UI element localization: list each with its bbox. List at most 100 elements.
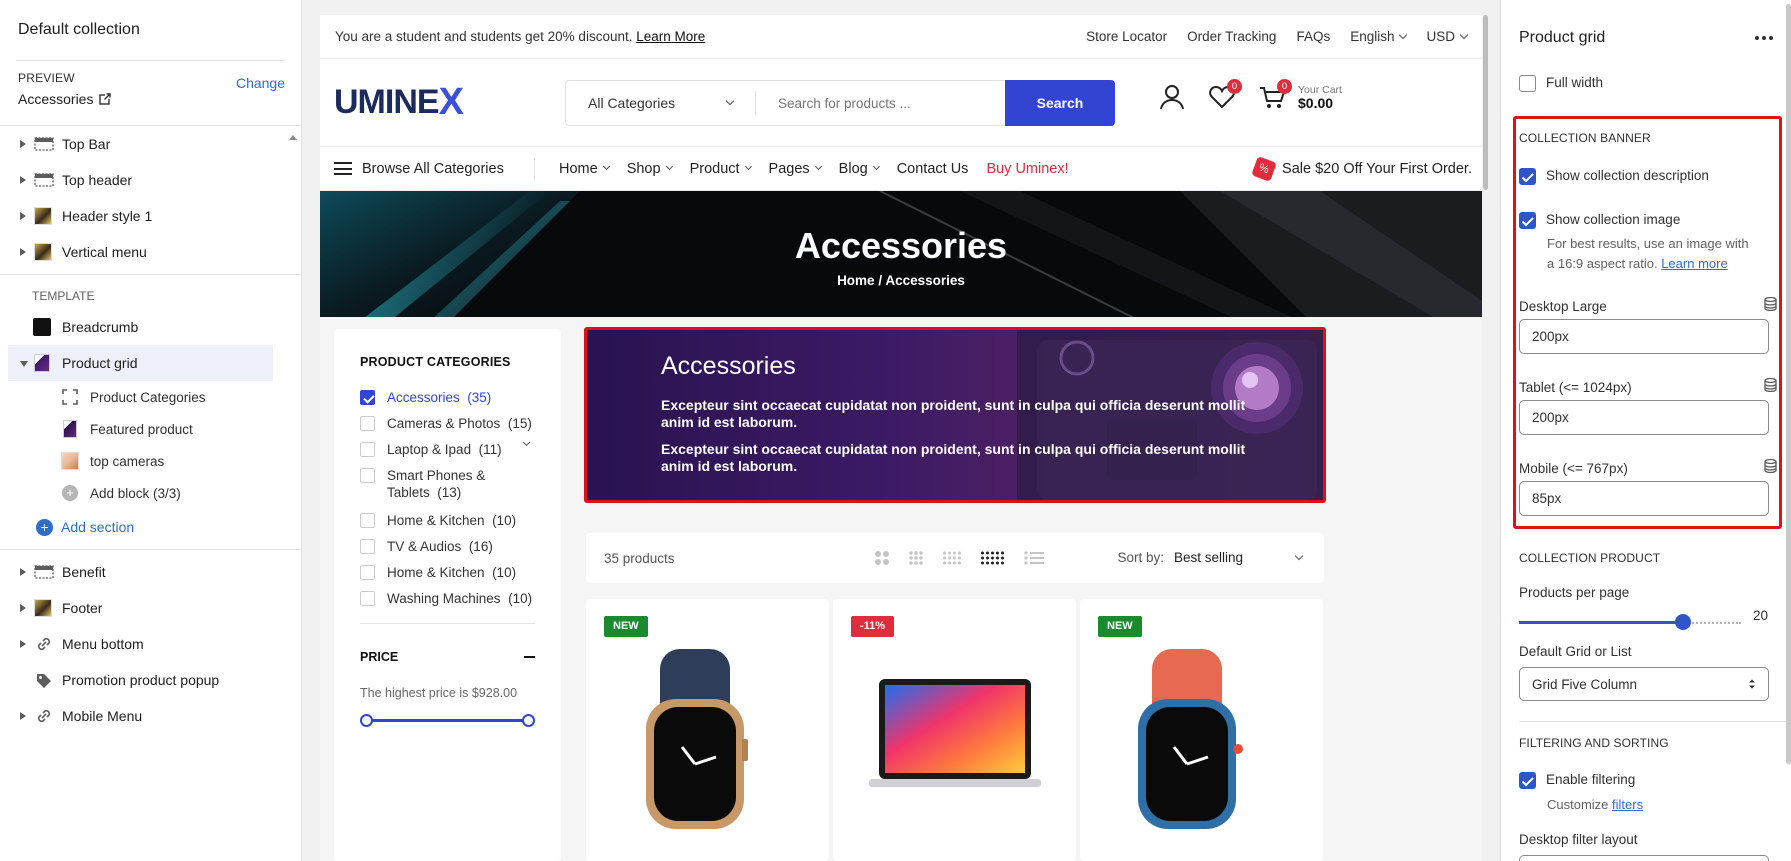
checkbox[interactable]	[1519, 212, 1536, 229]
learn-more-link[interactable]: Learn More	[636, 29, 705, 44]
chevron-down-icon[interactable]	[522, 438, 531, 447]
dynamic-source-icon[interactable]	[1764, 378, 1777, 392]
section-item-breadcrumb[interactable]: Breadcrumb	[0, 309, 301, 345]
product-card[interactable]: NEW	[1080, 599, 1323, 861]
desktop-large-input[interactable]: 200px	[1519, 319, 1769, 354]
caret-right-icon[interactable]	[20, 568, 26, 576]
dynamic-source-icon[interactable]	[1764, 297, 1777, 311]
product-card[interactable]: NEW	[586, 599, 829, 861]
section-item-mobile-menu[interactable]: Mobile Menu	[0, 698, 301, 734]
products-per-page-slider[interactable]	[1519, 614, 1741, 630]
slider-min-handle[interactable]	[360, 714, 373, 727]
grid-2-icon[interactable]	[874, 550, 890, 566]
more-options-icon[interactable]	[1755, 36, 1773, 40]
nav-item-product[interactable]: Product	[690, 161, 752, 177]
caret-right-icon[interactable]	[20, 140, 26, 148]
section-item-vertical-menu[interactable]: Vertical menu	[0, 234, 301, 270]
checkbox[interactable]	[1519, 772, 1536, 789]
show-image-checkbox[interactable]: Show collection image	[1519, 212, 1680, 229]
slider-handle[interactable]	[1675, 614, 1691, 630]
category-filter-item[interactable]: Home & Kitchen (10)	[360, 564, 535, 581]
block-item-top-cameras[interactable]: top cameras	[0, 445, 301, 477]
block-item-featured-product[interactable]: Featured product	[0, 413, 301, 445]
grid-3-icon[interactable]	[908, 550, 924, 566]
slider-max-handle[interactable]	[522, 714, 535, 727]
scrollbar-thumb[interactable]	[1483, 15, 1488, 190]
caret-right-icon[interactable]	[20, 604, 26, 612]
category-filter-item[interactable]: Cameras & Photos (15)	[360, 415, 535, 432]
checkbox[interactable]	[360, 416, 375, 431]
price-range-slider[interactable]	[360, 712, 535, 728]
order-tracking-link[interactable]: Order Tracking	[1187, 29, 1276, 44]
checkbox[interactable]	[360, 442, 375, 457]
category-filter-item[interactable]: Accessories (35)	[360, 389, 535, 406]
grid-4-icon[interactable]	[942, 550, 962, 566]
checkbox[interactable]	[1519, 75, 1536, 92]
sort-select[interactable]: Best selling	[1174, 550, 1304, 565]
section-item-product-grid[interactable]: Product grid	[8, 345, 273, 381]
checkbox[interactable]	[360, 390, 375, 405]
breadcrumb-home-link[interactable]: Home	[837, 273, 875, 288]
nav-item-pages[interactable]: Pages	[769, 161, 822, 177]
section-item-footer[interactable]: Footer	[0, 590, 301, 626]
caret-down-icon[interactable]	[20, 361, 28, 367]
checkbox[interactable]	[360, 513, 375, 528]
cart-button[interactable]: 0	[1258, 79, 1292, 111]
store-logo[interactable]: UMINE X	[334, 81, 464, 124]
learn-more-link[interactable]: Learn more	[1661, 256, 1727, 271]
nav-item-home[interactable]: Home	[559, 161, 610, 177]
full-width-checkbox[interactable]: Full width	[1519, 75, 1603, 92]
section-item-benefit[interactable]: Benefit	[0, 554, 301, 590]
scrollbar-thumb[interactable]	[1786, 4, 1791, 764]
dynamic-source-icon[interactable]	[1764, 459, 1777, 473]
search-button[interactable]: Search	[1005, 80, 1115, 126]
caret-right-icon[interactable]	[20, 712, 26, 720]
caret-right-icon[interactable]	[20, 640, 26, 648]
change-preview-link[interactable]: Change	[236, 75, 285, 91]
caret-right-icon[interactable]	[20, 212, 26, 220]
filters-link[interactable]: filters	[1612, 797, 1643, 812]
faqs-link[interactable]: FAQs	[1296, 29, 1330, 44]
nav-item-buy[interactable]: Buy Uminex!	[986, 161, 1068, 177]
section-item-menu-bottom[interactable]: Menu bottom	[0, 626, 301, 662]
price-filter-header[interactable]: PRICE	[360, 650, 535, 664]
grid-5-icon[interactable]	[980, 550, 1006, 566]
currency-selector[interactable]: USD	[1426, 29, 1469, 44]
section-item-top-bar[interactable]: Top Bar	[0, 126, 301, 162]
default-grid-select[interactable]: Grid Five Column	[1519, 667, 1769, 701]
caret-right-icon[interactable]	[20, 248, 26, 256]
scroll-up-icon[interactable]	[288, 134, 298, 140]
tablet-input[interactable]: 200px	[1519, 400, 1769, 435]
search-input[interactable]	[756, 95, 1005, 111]
checkbox[interactable]	[360, 468, 375, 483]
enable-filtering-checkbox[interactable]: Enable filtering	[1519, 772, 1635, 789]
collapse-icon[interactable]	[524, 656, 535, 658]
section-item-header-style-1[interactable]: Header style 1	[0, 198, 301, 234]
category-filter-item[interactable]: TV & Audios (16)	[360, 538, 535, 555]
nav-item-blog[interactable]: Blog	[839, 161, 880, 177]
list-view-icon[interactable]	[1024, 550, 1044, 566]
nav-item-contact[interactable]: Contact Us	[897, 161, 969, 177]
checkbox[interactable]	[360, 565, 375, 580]
category-select[interactable]: All Categories	[566, 91, 756, 115]
preview-value[interactable]: Accessories	[18, 91, 283, 107]
language-selector[interactable]: English	[1350, 29, 1408, 44]
checkbox[interactable]	[360, 539, 375, 554]
mobile-input[interactable]: 85px	[1519, 481, 1769, 516]
nav-item-shop[interactable]: Shop	[627, 161, 673, 177]
checkbox[interactable]	[1519, 168, 1536, 185]
add-block-button[interactable]: + Add block (3/3)	[0, 477, 301, 509]
account-icon[interactable]	[1158, 83, 1186, 111]
preview-scrollbar[interactable]	[1482, 15, 1490, 861]
section-item-promotion-product-popup[interactable]: Promotion product popup	[0, 662, 301, 698]
settings-scrollbar[interactable]	[1785, 0, 1791, 861]
store-locator-link[interactable]: Store Locator	[1086, 29, 1167, 44]
category-filter-item[interactable]: Smart Phones & Tablets (13)	[360, 467, 535, 501]
add-section-button[interactable]: + Add section	[0, 509, 301, 545]
show-description-checkbox[interactable]: Show collection description	[1519, 168, 1709, 185]
caret-right-icon[interactable]	[20, 176, 26, 184]
checkbox[interactable]	[360, 591, 375, 606]
block-item-product-categories[interactable]: Product Categories	[0, 381, 301, 413]
category-filter-item[interactable]: Washing Machines (10)	[360, 590, 535, 607]
wishlist-button[interactable]: 0	[1208, 79, 1242, 111]
